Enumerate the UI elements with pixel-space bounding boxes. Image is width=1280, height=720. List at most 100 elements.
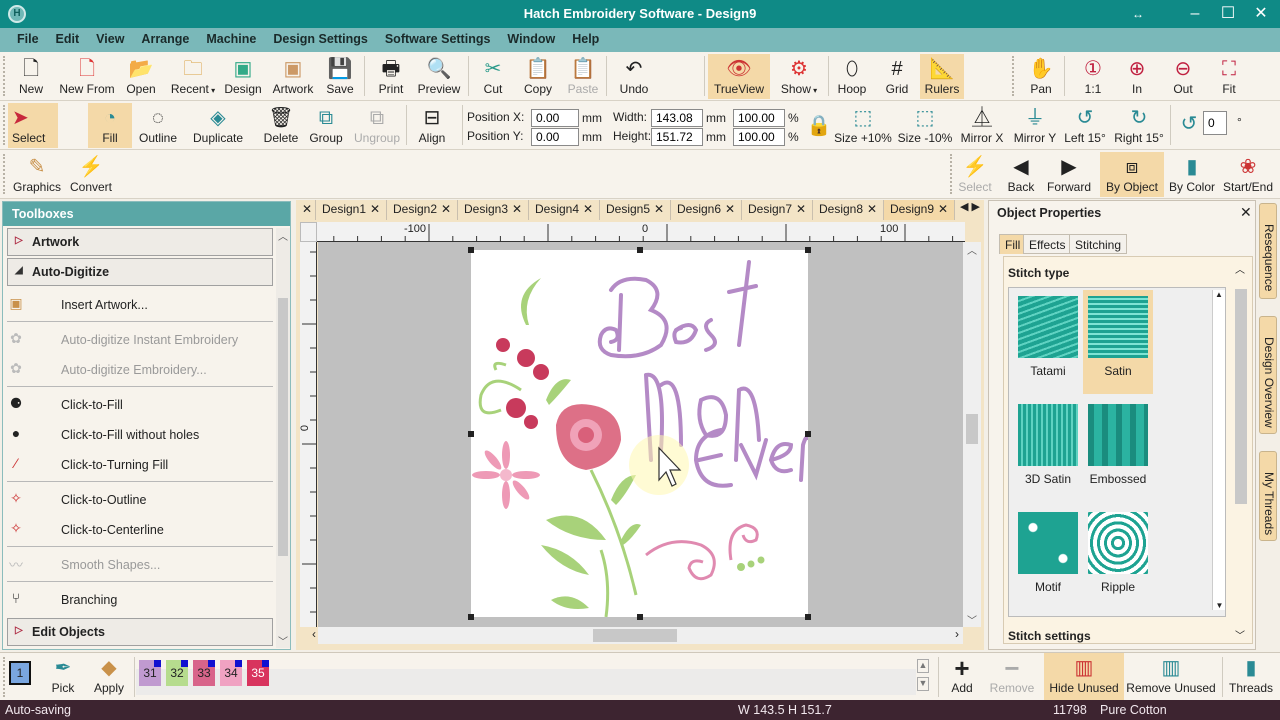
mirror-x-button[interactable]: ⏅ Mirror X bbox=[958, 105, 1006, 145]
selection-handle[interactable] bbox=[637, 247, 643, 253]
close-tab-icon[interactable]: ✕ bbox=[370, 202, 380, 216]
tab-design2[interactable]: Design2 ✕ bbox=[387, 200, 458, 220]
zoom-1to1-button[interactable]: ① 1:1 bbox=[1076, 56, 1110, 96]
color-chip[interactable]: 33 bbox=[193, 660, 215, 686]
rotate-angle-input[interactable] bbox=[1203, 111, 1227, 135]
stitch-type-tatami[interactable]: Tatami bbox=[1013, 290, 1083, 394]
rotate-button[interactable]: ↺ bbox=[1176, 111, 1202, 137]
close-button[interactable]: ✕ bbox=[1246, 4, 1276, 24]
hoop-button[interactable]: ⬯ Hoop bbox=[834, 56, 870, 96]
tool-click-to-fill-no-holes[interactable]: ● Click-to-Fill without holes bbox=[12, 425, 199, 442]
horizontal-scroll-thumb[interactable] bbox=[593, 629, 677, 642]
color-chip[interactable]: 31 bbox=[139, 660, 161, 686]
section-artwork[interactable]: ▷ Artwork bbox=[7, 228, 273, 256]
width-percent-input[interactable] bbox=[733, 109, 785, 127]
section-edit-objects[interactable]: ▷ Edit Objects bbox=[7, 618, 273, 646]
show-button[interactable]: ⚙ Show ▾ bbox=[778, 56, 820, 96]
fill-button[interactable]: ◔ Fill bbox=[88, 103, 132, 148]
tab-design4[interactable]: Design4 ✕ bbox=[529, 200, 600, 220]
remove-unused-button[interactable]: ▥ Remove Unused bbox=[1126, 655, 1216, 695]
position-y-input[interactable] bbox=[531, 128, 579, 146]
forward-button[interactable]: ▶ Forward bbox=[1044, 154, 1094, 194]
menu-window[interactable]: Window bbox=[507, 28, 555, 46]
delete-button[interactable]: 🗑 Delete bbox=[262, 105, 300, 145]
grid-button[interactable]: # Grid bbox=[880, 56, 914, 96]
height-percent-input[interactable] bbox=[733, 128, 785, 146]
back-button[interactable]: ◀ Back bbox=[1002, 154, 1040, 194]
close-panel-icon[interactable]: ✕ bbox=[1240, 204, 1252, 221]
print-button[interactable]: 🖶 Print bbox=[374, 56, 408, 96]
align-button[interactable]: ⊟ Align bbox=[412, 105, 452, 145]
rulers-button[interactable]: 📐 Rulers bbox=[920, 54, 964, 99]
position-x-input[interactable] bbox=[531, 109, 579, 127]
tab-scroll-arrows[interactable]: ◀ ▶ bbox=[960, 200, 980, 213]
collapse-chevron-icon[interactable]: ︿ bbox=[1235, 261, 1245, 276]
start-end-button[interactable]: ❀ Start/End bbox=[1220, 154, 1276, 194]
cut-button[interactable]: ✂ Cut bbox=[476, 56, 510, 96]
tool-insert-artwork[interactable]: ▣ Insert Artwork... bbox=[9, 295, 147, 312]
remove-color-button[interactable]: − Remove bbox=[986, 655, 1038, 695]
selection-handle[interactable] bbox=[805, 614, 811, 620]
preview-button[interactable]: 🔍 Preview bbox=[416, 56, 462, 96]
size-down-button[interactable]: ⬚ Size -10% bbox=[896, 105, 954, 145]
stitch-select-button[interactable]: ⚡ Select bbox=[956, 154, 994, 194]
side-tab-my-threads[interactable]: My Threads bbox=[1259, 451, 1277, 541]
apply-button[interactable]: ◆ Apply bbox=[88, 655, 130, 695]
scroll-right-arrow[interactable]: › bbox=[955, 627, 959, 641]
expand-chevron-icon[interactable]: ﹀ bbox=[1235, 627, 1245, 642]
tool-click-to-turning-fill[interactable]: ⁄ Click-to-Turning Fill bbox=[15, 455, 168, 472]
tab-design1[interactable]: Design1 ✕ bbox=[316, 200, 387, 220]
pick-button[interactable]: ✒ Pick bbox=[44, 655, 82, 695]
paste-button[interactable]: 📋 Paste bbox=[566, 56, 600, 96]
new-button[interactable]: 🗋 New bbox=[14, 56, 48, 96]
tool-branching[interactable]: ⑂ Branching bbox=[12, 590, 118, 607]
by-object-button[interactable]: ⧈ By Object bbox=[1100, 152, 1164, 197]
color-chip[interactable]: 34 bbox=[220, 660, 242, 686]
embroidery-design[interactable] bbox=[471, 250, 810, 618]
design-canvas[interactable] bbox=[471, 250, 810, 618]
section-auto-digitize[interactable]: ◢ Auto-Digitize bbox=[7, 258, 273, 286]
tab-design7[interactable]: Design7 ✕ bbox=[742, 200, 813, 220]
hide-unused-button[interactable]: ▥ Hide Unused bbox=[1044, 653, 1124, 700]
close-tab-icon[interactable]: ✕ bbox=[867, 202, 877, 216]
group-button[interactable]: ⧉ Group bbox=[306, 105, 346, 145]
tool-click-to-outline[interactable]: ✧ Click-to-Outline bbox=[10, 490, 146, 507]
ruler-origin[interactable] bbox=[300, 222, 317, 242]
scroll-left-arrow[interactable]: ‹ bbox=[312, 627, 316, 641]
close-tab-icon[interactable]: ✕ bbox=[654, 202, 664, 216]
pan-button[interactable]: ✋ Pan bbox=[1024, 56, 1058, 96]
tool-smooth-shapes[interactable]: 〰 Smooth Shapes... bbox=[9, 557, 160, 573]
menu-arrange[interactable]: Arrange bbox=[141, 28, 189, 46]
close-tab-icon[interactable]: ✕ bbox=[725, 202, 735, 216]
selection-handle[interactable] bbox=[468, 614, 474, 620]
zoom-out-button[interactable]: ⊖ Out bbox=[1166, 56, 1200, 96]
proportional-lock-button[interactable]: 🔒 bbox=[806, 113, 832, 139]
selection-handle[interactable] bbox=[805, 431, 811, 437]
resize-icon[interactable]: ↔ bbox=[1123, 4, 1153, 24]
undo-button[interactable]: ↶ Undo bbox=[614, 56, 654, 96]
select-button[interactable]: ➤ Select bbox=[8, 103, 58, 148]
artwork-button[interactable]: ▣ Artwork bbox=[270, 56, 316, 96]
stitch-type-ripple[interactable]: Ripple bbox=[1083, 506, 1153, 610]
stitch-list-scrollbar[interactable]: ▲ ▼ bbox=[1212, 290, 1225, 610]
tab-design9[interactable]: Design9 ✕ bbox=[884, 200, 955, 220]
close-tab-icon[interactable]: ✕ bbox=[796, 202, 806, 216]
copy-button[interactable]: 📋 Copy bbox=[520, 56, 556, 96]
close-tab-icon[interactable]: ✕ bbox=[441, 202, 451, 216]
ungroup-button[interactable]: ⧉ Ungroup bbox=[352, 105, 402, 145]
open-button[interactable]: 📂 Open bbox=[123, 56, 159, 96]
tab-stitching[interactable]: Stitching bbox=[1069, 234, 1128, 254]
mirror-y-button[interactable]: ⏚ Mirror Y bbox=[1010, 105, 1060, 145]
tab-effects[interactable]: Effects bbox=[1023, 234, 1072, 254]
stitch-type-3d-satin[interactable]: 3D Satin bbox=[1013, 398, 1083, 502]
tool-auto-digitize[interactable]: ✿ Auto-digitize Embroidery... bbox=[10, 360, 207, 377]
rotate-right-button[interactable]: ↻ Right 15° bbox=[1112, 105, 1166, 145]
panel-scrollbar-thumb[interactable] bbox=[1235, 289, 1247, 504]
zoom-fit-button[interactable]: ⛶ Fit bbox=[1212, 56, 1246, 96]
graphics-button[interactable]: ✎ Graphics bbox=[12, 154, 62, 194]
save-button[interactable]: 💾 Save bbox=[324, 56, 356, 96]
close-tab-icon[interactable]: ✕ bbox=[296, 200, 316, 220]
menu-design-settings[interactable]: Design Settings bbox=[273, 28, 367, 46]
canvas-vertical-scrollbar[interactable]: ︿ ﹀ bbox=[963, 242, 981, 627]
stitch-type-motif[interactable]: Motif bbox=[1013, 506, 1083, 610]
